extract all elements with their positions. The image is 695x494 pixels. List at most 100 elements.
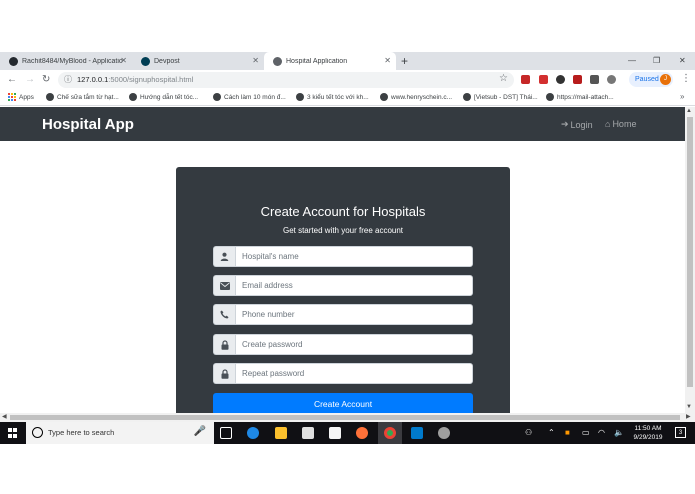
vertical-scrollbar[interactable]: ▲ ▼ bbox=[685, 107, 695, 413]
extension-icon[interactable] bbox=[607, 75, 616, 84]
page-viewport: Hospital App ➔ Login ⌂ Home Create Accou… bbox=[0, 107, 685, 413]
bookmark-label: Apps bbox=[19, 93, 34, 101]
extension-icon[interactable] bbox=[539, 75, 548, 84]
form-title: Create Account for Hospitals bbox=[260, 204, 426, 219]
bookmark-label: 3 kiểu tết tóc với kh... bbox=[307, 93, 369, 101]
scroll-thumb[interactable] bbox=[687, 117, 693, 387]
profile-status: Paused bbox=[635, 76, 659, 83]
close-window-button[interactable]: ✕ bbox=[679, 52, 686, 70]
bookmark-item[interactable]: Hướng dẫn tết tóc... bbox=[129, 93, 198, 101]
notification-icon[interactable]: 3 bbox=[675, 427, 686, 438]
reload-icon[interactable]: ↻ bbox=[42, 73, 50, 87]
restore-button[interactable]: ❐ bbox=[653, 52, 660, 70]
bookmark-item[interactable]: 3 kiểu tết tóc với kh... bbox=[296, 93, 369, 101]
scroll-thumb[interactable] bbox=[10, 415, 680, 420]
brand-link[interactable]: Hospital App bbox=[42, 116, 134, 133]
phone-input[interactable] bbox=[235, 304, 473, 325]
app-icon[interactable] bbox=[438, 427, 450, 439]
scroll-right-icon[interactable]: ▶ bbox=[686, 413, 691, 420]
login-link[interactable]: ➔ Login bbox=[561, 119, 593, 130]
new-tab-button[interactable]: + bbox=[401, 52, 408, 70]
bookmark-item[interactable]: Chế sữa tắm từ hạt... bbox=[46, 93, 119, 101]
devpost-icon bbox=[141, 56, 150, 66]
bookmark-label: Chế sữa tắm từ hạt... bbox=[57, 93, 119, 101]
store-icon[interactable] bbox=[302, 427, 314, 439]
bookmark-item[interactable]: [Vietsub - DST] Thái... bbox=[463, 93, 538, 101]
vscode-icon[interactable] bbox=[411, 427, 423, 439]
clock-time: 11:50 AM bbox=[634, 425, 662, 432]
browser-toolbar: ← → ↻ ⓘ 127.0.0.1:5000/signuphospital.ht… bbox=[0, 70, 695, 90]
more-bookmarks-icon[interactable]: » bbox=[680, 92, 684, 101]
globe-icon bbox=[380, 93, 388, 101]
forward-icon[interactable]: → bbox=[25, 73, 35, 87]
mail-icon[interactable] bbox=[329, 427, 341, 439]
tab-github[interactable]: Rachit8484/MyBlood - Applicatio ✕ bbox=[0, 52, 132, 70]
microphone-icon[interactable]: 🎤 bbox=[194, 426, 206, 437]
url-text[interactable]: 127.0.0.1:5000/signuphospital.html bbox=[77, 75, 193, 84]
scroll-down-icon[interactable]: ▼ bbox=[686, 404, 692, 410]
network-icon[interactable]: ◠ bbox=[598, 428, 605, 437]
bookmark-label: www.henryschein.c... bbox=[391, 93, 453, 101]
bookmark-item[interactable]: Cách làm 10 món đ... bbox=[213, 93, 286, 101]
info-icon[interactable]: ⓘ bbox=[64, 74, 72, 85]
url-host: 127.0.0.1 bbox=[77, 75, 109, 84]
repeat-password-input[interactable] bbox=[235, 363, 473, 384]
taskbar-clock[interactable]: 11:50 AM 9/29/2019 bbox=[628, 424, 668, 442]
globe-icon bbox=[129, 93, 137, 101]
bookmark-label: Cách làm 10 món đ... bbox=[224, 93, 286, 101]
scroll-left-icon[interactable]: ◀ bbox=[2, 413, 7, 420]
lock-icon bbox=[213, 334, 235, 355]
battery-icon[interactable]: ▭ bbox=[582, 428, 590, 437]
repeat-password-group bbox=[213, 363, 473, 384]
create-password-input[interactable] bbox=[235, 334, 473, 355]
windows-taskbar: Type here to search 🎤 ⚇ ⌃ ■ ▭ ◠ 🔈 11:50 … bbox=[0, 422, 695, 444]
file-explorer-icon[interactable] bbox=[275, 427, 287, 439]
form-subtitle: Get started with your free account bbox=[282, 226, 404, 235]
taskbar-search[interactable]: Type here to search 🎤 bbox=[26, 422, 214, 444]
close-tab-icon[interactable]: ✕ bbox=[384, 56, 391, 66]
tab-strip: Rachit8484/MyBlood - Applicatio ✕ Devpos… bbox=[0, 52, 695, 70]
bookmark-apps[interactable]: Apps bbox=[8, 93, 34, 101]
extension-icon[interactable] bbox=[590, 75, 599, 84]
bookmark-label: https://mail-attach... bbox=[557, 93, 614, 101]
site-navbar: Hospital App ➔ Login ⌂ Home bbox=[0, 107, 685, 141]
edge-icon[interactable] bbox=[247, 427, 259, 439]
bookmark-label: [Vietsub - DST] Thái... bbox=[474, 93, 538, 101]
globe-icon bbox=[46, 93, 54, 101]
tab-hospital-application[interactable]: Hospital Application ✕ bbox=[264, 52, 396, 70]
hospital-name-input[interactable] bbox=[235, 246, 473, 267]
hospital-name-group bbox=[213, 246, 473, 267]
create-account-button[interactable]: Create Account bbox=[213, 393, 473, 413]
extension-icon[interactable] bbox=[556, 75, 565, 84]
menu-icon[interactable]: ⋮ bbox=[681, 73, 691, 84]
bookmark-item[interactable]: https://mail-attach... bbox=[546, 93, 614, 101]
url-path: :5000/signuphospital.html bbox=[108, 75, 194, 84]
tab-title: Hospital Application bbox=[286, 57, 348, 65]
minimize-button[interactable]: — bbox=[628, 52, 636, 70]
scroll-up-icon[interactable]: ▲ bbox=[686, 108, 692, 114]
address-bar[interactable]: ⓘ 127.0.0.1:5000/signuphospital.html ☆ bbox=[58, 72, 514, 88]
email-input[interactable] bbox=[235, 275, 473, 296]
extension-icon[interactable] bbox=[521, 75, 530, 84]
firefox-icon[interactable] bbox=[356, 427, 368, 439]
people-icon[interactable]: ⚇ bbox=[525, 428, 532, 437]
close-tab-icon[interactable]: ✕ bbox=[120, 56, 127, 66]
bookmark-item[interactable]: www.henryschein.c... bbox=[380, 93, 452, 101]
back-icon[interactable]: ← bbox=[7, 73, 17, 87]
bookmark-star-icon[interactable]: ☆ bbox=[499, 73, 508, 84]
chevron-up-icon[interactable]: ⌃ bbox=[548, 428, 555, 437]
volume-icon[interactable]: 🔈 bbox=[614, 428, 624, 437]
tab-devpost[interactable]: Devpost ✕ bbox=[132, 52, 264, 70]
home-link[interactable]: ⌂ Home bbox=[605, 119, 636, 129]
extension-icon[interactable] bbox=[573, 75, 582, 84]
globe-icon bbox=[213, 93, 221, 101]
profile-button[interactable]: Paused J bbox=[629, 72, 673, 87]
tab-title: Devpost bbox=[154, 57, 180, 65]
home-label: Home bbox=[612, 119, 637, 129]
windows-start-icon[interactable] bbox=[8, 428, 18, 438]
horizontal-scrollbar[interactable]: ◀ ▶ bbox=[0, 413, 695, 422]
tray-app-icon[interactable]: ■ bbox=[565, 428, 570, 437]
close-tab-icon[interactable]: ✕ bbox=[252, 56, 259, 66]
task-view-icon[interactable] bbox=[220, 427, 232, 439]
chrome-icon[interactable] bbox=[384, 427, 396, 439]
